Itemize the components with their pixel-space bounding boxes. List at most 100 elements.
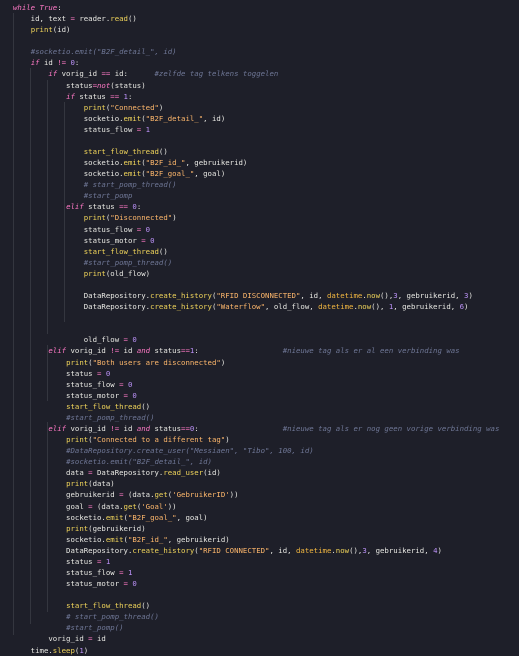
code-line[interactable]: print("Connected") xyxy=(0,102,519,113)
code-line[interactable] xyxy=(0,135,519,146)
code-token: status_motor xyxy=(13,579,124,589)
code-line[interactable]: start_flow_thread() xyxy=(0,146,519,157)
code-line[interactable]: DataRepository.create_history("RFID CONN… xyxy=(0,545,519,556)
code-line[interactable]: socketio.emit("B2F_goal_", goal) xyxy=(0,512,519,523)
code-token: start_flow_thread xyxy=(83,246,159,256)
code-token: status_flow xyxy=(13,567,120,577)
code-line[interactable]: time.sleep(1) xyxy=(0,645,519,656)
code-token: start_flow_thread xyxy=(66,601,142,611)
code-token: status xyxy=(13,80,93,90)
code-line[interactable]: status = 0 xyxy=(0,368,519,379)
code-token: (old_flow) xyxy=(105,268,151,278)
code-line[interactable]: #DataRepository.create_user("Messiaen", … xyxy=(0,445,519,456)
code-line[interactable]: status_flow = 0 xyxy=(0,224,519,235)
code-token: if xyxy=(48,69,58,79)
code-line[interactable]: #start_pomp() xyxy=(0,622,519,633)
code-line[interactable] xyxy=(0,35,519,46)
code-line[interactable] xyxy=(0,323,519,334)
code-token: 0 xyxy=(150,235,155,245)
code-line[interactable]: status = 1 xyxy=(0,556,519,567)
code-token: vorig_id xyxy=(13,634,89,644)
code-line[interactable] xyxy=(0,589,519,600)
code-token: emit xyxy=(105,534,124,544)
code-line[interactable]: elif status == 0: xyxy=(0,201,519,212)
code-token: )) xyxy=(167,501,177,511)
code-line[interactable]: while True: xyxy=(0,2,519,13)
code-token: 0 xyxy=(132,335,137,345)
code-line[interactable]: start_flow_thread() xyxy=(0,600,519,611)
code-area[interactable]: while True: id, text = reader.read() pri… xyxy=(0,2,519,656)
code-token: start_flow_thread xyxy=(83,147,159,157)
code-token: != xyxy=(110,423,120,433)
code-token: ) xyxy=(464,302,469,312)
code-line[interactable]: vorig_id = id xyxy=(0,633,519,644)
code-line[interactable]: #socketio.emit("B2F_detail_", id) xyxy=(0,456,519,467)
code-line[interactable]: if id != 0: xyxy=(0,57,519,68)
code-line[interactable]: # start_pomp_thread() xyxy=(0,179,519,190)
code-line[interactable]: status_flow = 1 xyxy=(0,124,519,135)
code-line[interactable] xyxy=(0,279,519,290)
code-line[interactable]: print("Connected to a different tag") xyxy=(0,434,519,445)
code-line[interactable]: print(old_flow) xyxy=(0,268,519,279)
code-line[interactable]: socketio.emit("B2F_id_", gebruikerid) xyxy=(0,157,519,168)
code-token: data xyxy=(13,468,89,478)
code-line[interactable]: socketio.emit("B2F_goal_", goal) xyxy=(0,168,519,179)
code-token: and xyxy=(136,346,151,356)
code-line[interactable]: gebruikerid = (data.get('GebruikerID')) xyxy=(0,489,519,500)
code-line[interactable]: print("Disconnected") xyxy=(0,212,519,223)
code-editor[interactable]: while True: id, text = reader.read() pri… xyxy=(0,0,519,655)
code-line[interactable]: #start_pomp_thread() xyxy=(0,257,519,268)
code-token: , gebruikerid) xyxy=(185,158,248,168)
code-line[interactable]: goal = (data.get('Goal')) xyxy=(0,501,519,512)
code-token: #nieuwe tag als er al een verbinding was xyxy=(282,346,460,356)
code-token: "Connected" xyxy=(110,102,159,112)
code-line[interactable]: elif vorig_id != id and status==0: #nieu… xyxy=(0,423,519,434)
code-token: #start_pomp_thread() xyxy=(66,412,155,422)
code-token: (id) xyxy=(52,25,71,35)
code-token: print xyxy=(83,213,106,223)
code-line[interactable]: #start_pomp xyxy=(0,190,519,201)
code-token: , gebruikerid, xyxy=(366,545,434,555)
code-line[interactable]: DataRepository.create_history("Waterflow… xyxy=(0,301,519,312)
code-line[interactable]: id, text = reader.read() xyxy=(0,13,519,24)
code-line[interactable]: status_flow = 1 xyxy=(0,567,519,578)
code-token: ) xyxy=(225,435,230,445)
code-line[interactable]: print(id) xyxy=(0,24,519,35)
code-token: () xyxy=(158,147,168,157)
code-line[interactable]: elif vorig_id != id and status==1: #nieu… xyxy=(0,345,519,356)
code-token: : xyxy=(74,58,80,68)
code-line[interactable]: socketio.emit("B2F_id_", gebruikerid) xyxy=(0,534,519,545)
code-line[interactable]: #start_pomp_thread() xyxy=(0,412,519,423)
code-line[interactable]: status=not(status) xyxy=(0,80,519,91)
code-line[interactable]: socketio.emit("B2F_detail_", id) xyxy=(0,113,519,124)
code-line[interactable]: old_flow = 0 xyxy=(0,334,519,345)
code-line[interactable]: start_flow_thread() xyxy=(0,246,519,257)
code-line[interactable]: status_motor = 0 xyxy=(0,235,519,246)
code-line[interactable] xyxy=(0,312,519,323)
code-token: status xyxy=(74,91,111,101)
code-line[interactable]: if vorig_id == id: #zelfde tag telkens t… xyxy=(0,68,519,79)
code-line[interactable]: status_motor = 0 xyxy=(0,578,519,589)
code-line[interactable]: data = DataRepository.read_user(id) xyxy=(0,467,519,478)
code-line[interactable]: start_flow_thread() xyxy=(0,401,519,412)
code-line[interactable]: status_flow = 0 xyxy=(0,379,519,390)
code-token: == xyxy=(101,69,111,79)
code-token: #socketio.emit("B2F_detail_", id) xyxy=(30,47,177,57)
code-line[interactable]: #socketio.emit("B2F_detail_", id) xyxy=(0,46,519,57)
code-line[interactable]: if status == 1: xyxy=(0,91,519,102)
code-line[interactable]: DataRepository.create_history("RFID DISC… xyxy=(0,290,519,301)
code-line[interactable]: print("Both users are disconnected") xyxy=(0,357,519,368)
code-line[interactable]: print(data) xyxy=(0,478,519,489)
code-token: id xyxy=(119,423,137,433)
code-line[interactable]: print(gebruikerid) xyxy=(0,523,519,534)
code-line[interactable]: status_motor = 0 xyxy=(0,390,519,401)
code-token: == xyxy=(181,346,190,356)
code-line[interactable]: # start_pomp_thread() xyxy=(0,611,519,622)
